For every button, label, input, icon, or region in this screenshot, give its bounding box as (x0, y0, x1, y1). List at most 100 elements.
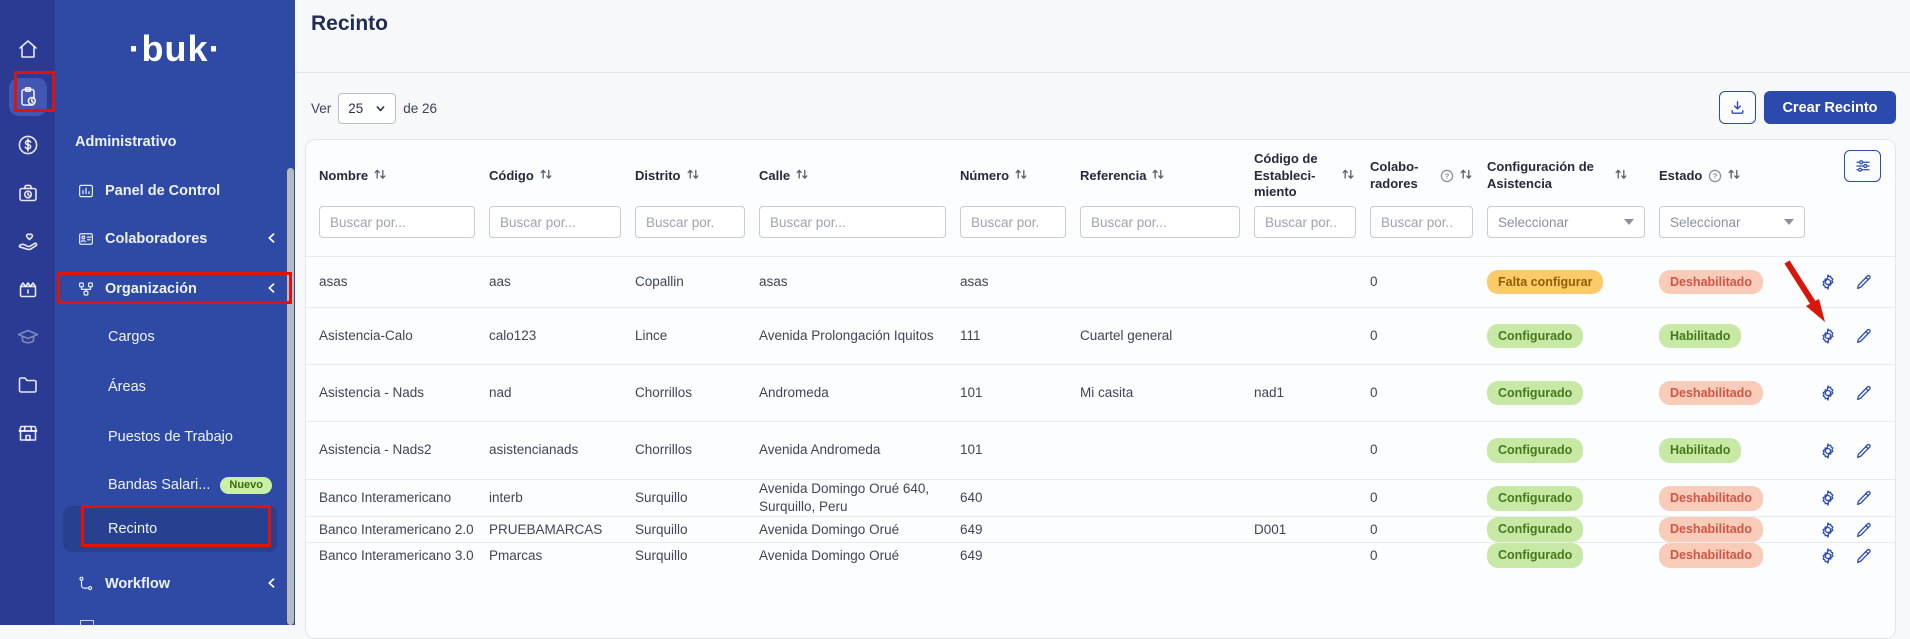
cell-distrito: Copallin (635, 273, 759, 291)
estado-badge: Deshabilitado (1659, 270, 1763, 295)
sort-icon[interactable] (1342, 167, 1354, 186)
sidebar-item-label: Panel de Control (105, 183, 220, 199)
total-label: de 26 (403, 101, 437, 116)
estado-badge: Habilitado (1659, 324, 1741, 349)
page-size-select[interactable]: 25 (338, 93, 396, 124)
filter-select-estado[interactable]: Seleccionar (1659, 206, 1805, 238)
estado-badge: Deshabilitado (1659, 381, 1763, 406)
cell-calle: Avenida Domingo Orué (759, 547, 960, 565)
sort-icon[interactable] (687, 167, 699, 186)
edit-pencil-icon[interactable] (1855, 384, 1873, 402)
filter-input-numero[interactable] (960, 206, 1066, 238)
estado-badge: Habilitado (1659, 438, 1741, 463)
filter-input-colaboradores[interactable] (1370, 206, 1473, 238)
settings-gear-icon[interactable] (1819, 547, 1837, 565)
sort-icon[interactable] (1015, 167, 1027, 186)
settings-gear-icon[interactable] (1819, 273, 1837, 291)
filter-input-codigo-establecimiento[interactable] (1254, 206, 1356, 238)
storefront-icon[interactable] (9, 414, 47, 452)
settings-gear-icon[interactable] (1819, 442, 1837, 460)
sort-icon[interactable] (540, 167, 552, 186)
sort-icon[interactable] (796, 167, 808, 186)
workflow-icon (77, 575, 95, 593)
sidebar-subitem-bandas-salariales[interactable]: Bandas Salari... Nuevo (108, 472, 272, 498)
settings-gear-icon[interactable] (1819, 521, 1837, 539)
filter-select-configuracion[interactable]: Seleccionar (1487, 206, 1645, 238)
column-settings-icon (1854, 157, 1872, 175)
sidebar-subitem-cargos[interactable]: Cargos (108, 324, 155, 350)
sidebar-active-highlight (63, 506, 277, 552)
filter-input-codigo[interactable] (489, 206, 621, 238)
money-icon[interactable] (9, 126, 47, 164)
filter-input-distrito[interactable] (635, 206, 745, 238)
table-row: Banco Interamericano interb Surquillo Av… (306, 479, 1895, 516)
edit-pencil-icon[interactable] (1855, 547, 1873, 565)
sidebar-item-organizacion[interactable]: Organización (55, 274, 295, 304)
crear-recinto-button[interactable]: Crear Recinto (1764, 91, 1896, 124)
cell-colaboradores: 0 (1370, 441, 1487, 459)
table-row: Asistencia - Nads2 asistencianads Chorri… (306, 421, 1895, 479)
sidebar-scrollbar[interactable] (287, 168, 294, 625)
cell-distrito: Surquillo (635, 489, 759, 507)
column-settings-button[interactable] (1844, 150, 1881, 182)
table-row: Banco Interamericano 3.0 Pmarcas Surquil… (306, 542, 1895, 568)
folder-icon[interactable] (9, 366, 47, 404)
table-row: asas aas Copallin asas asas 0 Falta conf… (306, 256, 1895, 307)
chevron-left-icon[interactable] (265, 576, 279, 595)
filter-input-calle[interactable] (759, 206, 946, 238)
settings-gear-icon[interactable] (1819, 489, 1837, 507)
settings-gear-icon[interactable] (1819, 327, 1837, 345)
cell-colaboradores: 0 (1370, 273, 1487, 291)
cell-codigo: interb (489, 489, 635, 507)
home-icon[interactable] (9, 30, 47, 68)
sidebar-item-label: Cargos (108, 329, 155, 345)
column-header-codigo: Código (489, 167, 635, 186)
graduation-cap-icon[interactable] (9, 318, 47, 356)
sidebar-section-administrativo: Administrativo (75, 134, 177, 150)
celebrations-icon[interactable] (9, 270, 47, 308)
filter-input-referencia[interactable] (1080, 206, 1240, 238)
help-icon[interactable] (1708, 169, 1722, 183)
sidebar-subitem-areas[interactable]: Áreas (108, 374, 146, 400)
hand-heart-icon[interactable] (9, 222, 47, 260)
estado-badge: Deshabilitado (1659, 486, 1763, 511)
sidebar-item-colaboradores[interactable]: Colaboradores (55, 224, 295, 254)
sidebar-subitem-recinto[interactable]: Recinto (108, 516, 157, 542)
configuracion-badge: Falta configurar (1487, 270, 1603, 295)
settings-gear-icon[interactable] (1819, 384, 1837, 402)
edit-pencil-icon[interactable] (1855, 489, 1873, 507)
briefcase-clock-icon[interactable] (9, 174, 47, 212)
sort-icon[interactable] (1152, 167, 1164, 186)
icon-rail (0, 0, 55, 625)
sidebar-subitem-puestos-de-trabajo[interactable]: Puestos de Trabajo (108, 424, 233, 450)
main-content: Recinto Ver 25 de 26 Crear Recinto Nombr… (295, 0, 1910, 625)
table-row: Asistencia - Nads nad Chorrillos Androme… (306, 364, 1895, 421)
edit-pencil-icon[interactable] (1855, 273, 1873, 291)
help-icon[interactable] (1440, 169, 1454, 183)
cell-codigo: PRUEBAMARCAS (489, 521, 635, 539)
cell-colaboradores: 0 (1370, 521, 1487, 539)
table-row: Banco Interamericano 2.0 PRUEBAMARCAS Su… (306, 516, 1895, 542)
filter-input-nombre[interactable] (319, 206, 475, 238)
chevron-left-icon[interactable] (265, 281, 279, 300)
cell-nombre: Asistencia-Calo (319, 327, 489, 345)
sort-icon[interactable] (374, 167, 386, 186)
cell-numero: 649 (960, 547, 1080, 565)
pagination-controls: Ver 25 de 26 (311, 92, 437, 124)
edit-pencil-icon[interactable] (1855, 442, 1873, 460)
sidebar-item-panel-de-control[interactable]: Panel de Control (55, 176, 295, 206)
edit-pencil-icon[interactable] (1855, 327, 1873, 345)
sidebar-item-label: Recinto (108, 521, 157, 537)
header-divider (295, 72, 1910, 73)
sort-icon[interactable] (1728, 167, 1740, 186)
cell-nombre: Banco Interamericano 3.0 (319, 547, 489, 565)
edit-pencil-icon[interactable] (1855, 521, 1873, 539)
chevron-left-icon[interactable] (265, 231, 279, 250)
attendance-clipboard-icon[interactable] (9, 78, 47, 116)
download-button[interactable] (1719, 91, 1756, 124)
sort-icon[interactable] (1615, 167, 1627, 186)
sort-icon[interactable] (1460, 167, 1472, 186)
sidebar-item-workflow[interactable]: Workflow (55, 569, 295, 599)
sidebar: ·buk· Administrativo Panel de Control Co… (55, 0, 295, 625)
configuracion-badge: Configurado (1487, 543, 1583, 568)
